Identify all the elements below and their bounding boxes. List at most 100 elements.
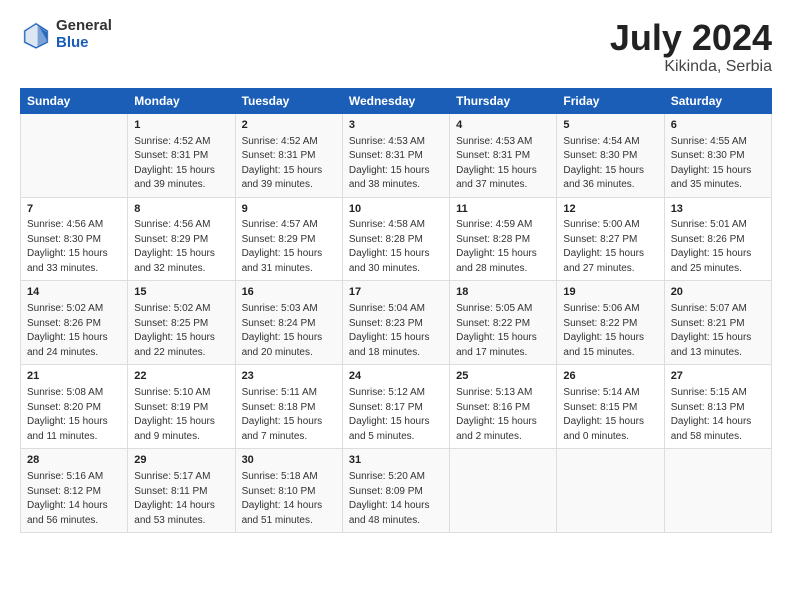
day-info: Sunrise: 5:20 AM Sunset: 8:09 PM Dayligh… — [349, 470, 443, 528]
subtitle: Kikinda, Serbia — [610, 58, 772, 76]
calendar-cell: 13Sunrise: 5:01 AM Sunset: 8:26 PM Dayli… — [664, 197, 771, 281]
day-number: 15 — [134, 285, 228, 301]
col-header-thursday: Thursday — [450, 88, 557, 113]
calendar-cell: 31Sunrise: 5:20 AM Sunset: 8:09 PM Dayli… — [342, 449, 449, 533]
col-header-sunday: Sunday — [21, 88, 128, 113]
day-info: Sunrise: 4:56 AM Sunset: 8:29 PM Dayligh… — [134, 218, 228, 276]
logo-general-text: General — [56, 18, 112, 35]
day-number: 4 — [456, 118, 550, 134]
calendar-cell: 8Sunrise: 4:56 AM Sunset: 8:29 PM Daylig… — [128, 197, 235, 281]
day-number: 3 — [349, 118, 443, 134]
calendar-table: SundayMondayTuesdayWednesdayThursdayFrid… — [20, 88, 772, 534]
day-info: Sunrise: 5:04 AM Sunset: 8:23 PM Dayligh… — [349, 302, 443, 360]
calendar-cell: 1Sunrise: 4:52 AM Sunset: 8:31 PM Daylig… — [128, 113, 235, 197]
day-info: Sunrise: 5:00 AM Sunset: 8:27 PM Dayligh… — [563, 218, 657, 276]
day-info: Sunrise: 5:08 AM Sunset: 8:20 PM Dayligh… — [27, 386, 121, 444]
calendar-cell: 22Sunrise: 5:10 AM Sunset: 8:19 PM Dayli… — [128, 365, 235, 449]
day-number: 10 — [349, 202, 443, 218]
calendar-cell: 29Sunrise: 5:17 AM Sunset: 8:11 PM Dayli… — [128, 449, 235, 533]
page: General Blue July 2024 Kikinda, Serbia S… — [0, 0, 792, 612]
header: General Blue July 2024 Kikinda, Serbia — [20, 18, 772, 76]
day-number: 9 — [242, 202, 336, 218]
day-info: Sunrise: 4:52 AM Sunset: 8:31 PM Dayligh… — [242, 135, 336, 193]
week-row-3: 14Sunrise: 5:02 AM Sunset: 8:26 PM Dayli… — [21, 281, 772, 365]
day-number: 20 — [671, 285, 765, 301]
day-number: 21 — [27, 369, 121, 385]
day-info: Sunrise: 5:15 AM Sunset: 8:13 PM Dayligh… — [671, 386, 765, 444]
day-number: 5 — [563, 118, 657, 134]
main-title: July 2024 — [610, 18, 772, 58]
day-info: Sunrise: 5:12 AM Sunset: 8:17 PM Dayligh… — [349, 386, 443, 444]
calendar-cell: 11Sunrise: 4:59 AM Sunset: 8:28 PM Dayli… — [450, 197, 557, 281]
day-info: Sunrise: 5:16 AM Sunset: 8:12 PM Dayligh… — [27, 470, 121, 528]
day-info: Sunrise: 4:54 AM Sunset: 8:30 PM Dayligh… — [563, 135, 657, 193]
day-number: 25 — [456, 369, 550, 385]
day-info: Sunrise: 4:53 AM Sunset: 8:31 PM Dayligh… — [349, 135, 443, 193]
calendar-cell: 12Sunrise: 5:00 AM Sunset: 8:27 PM Dayli… — [557, 197, 664, 281]
calendar-cell: 9Sunrise: 4:57 AM Sunset: 8:29 PM Daylig… — [235, 197, 342, 281]
calendar-cell: 6Sunrise: 4:55 AM Sunset: 8:30 PM Daylig… — [664, 113, 771, 197]
day-info: Sunrise: 5:14 AM Sunset: 8:15 PM Dayligh… — [563, 386, 657, 444]
col-header-wednesday: Wednesday — [342, 88, 449, 113]
calendar-cell: 5Sunrise: 4:54 AM Sunset: 8:30 PM Daylig… — [557, 113, 664, 197]
day-number: 6 — [671, 118, 765, 134]
calendar-cell: 25Sunrise: 5:13 AM Sunset: 8:16 PM Dayli… — [450, 365, 557, 449]
calendar-cell: 30Sunrise: 5:18 AM Sunset: 8:10 PM Dayli… — [235, 449, 342, 533]
day-info: Sunrise: 5:02 AM Sunset: 8:26 PM Dayligh… — [27, 302, 121, 360]
day-number: 7 — [27, 202, 121, 218]
col-header-friday: Friday — [557, 88, 664, 113]
week-row-5: 28Sunrise: 5:16 AM Sunset: 8:12 PM Dayli… — [21, 449, 772, 533]
calendar-cell: 10Sunrise: 4:58 AM Sunset: 8:28 PM Dayli… — [342, 197, 449, 281]
calendar-cell: 20Sunrise: 5:07 AM Sunset: 8:21 PM Dayli… — [664, 281, 771, 365]
day-number: 28 — [27, 453, 121, 469]
day-info: Sunrise: 4:57 AM Sunset: 8:29 PM Dayligh… — [242, 218, 336, 276]
day-info: Sunrise: 4:58 AM Sunset: 8:28 PM Dayligh… — [349, 218, 443, 276]
day-info: Sunrise: 5:18 AM Sunset: 8:10 PM Dayligh… — [242, 470, 336, 528]
day-info: Sunrise: 4:56 AM Sunset: 8:30 PM Dayligh… — [27, 218, 121, 276]
day-number: 1 — [134, 118, 228, 134]
day-info: Sunrise: 5:01 AM Sunset: 8:26 PM Dayligh… — [671, 218, 765, 276]
week-row-2: 7Sunrise: 4:56 AM Sunset: 8:30 PM Daylig… — [21, 197, 772, 281]
day-number: 30 — [242, 453, 336, 469]
calendar-cell: 28Sunrise: 5:16 AM Sunset: 8:12 PM Dayli… — [21, 449, 128, 533]
calendar-cell: 18Sunrise: 5:05 AM Sunset: 8:22 PM Dayli… — [450, 281, 557, 365]
calendar-cell: 26Sunrise: 5:14 AM Sunset: 8:15 PM Dayli… — [557, 365, 664, 449]
calendar-cell — [664, 449, 771, 533]
day-number: 23 — [242, 369, 336, 385]
day-info: Sunrise: 5:03 AM Sunset: 8:24 PM Dayligh… — [242, 302, 336, 360]
col-header-saturday: Saturday — [664, 88, 771, 113]
day-number: 2 — [242, 118, 336, 134]
week-row-1: 1Sunrise: 4:52 AM Sunset: 8:31 PM Daylig… — [21, 113, 772, 197]
day-info: Sunrise: 4:59 AM Sunset: 8:28 PM Dayligh… — [456, 218, 550, 276]
calendar-cell: 23Sunrise: 5:11 AM Sunset: 8:18 PM Dayli… — [235, 365, 342, 449]
day-info: Sunrise: 5:05 AM Sunset: 8:22 PM Dayligh… — [456, 302, 550, 360]
logo-blue-text: Blue — [56, 35, 112, 52]
day-number: 19 — [563, 285, 657, 301]
logo-text: General Blue — [56, 18, 112, 51]
day-number: 16 — [242, 285, 336, 301]
calendar-cell — [450, 449, 557, 533]
calendar-cell: 21Sunrise: 5:08 AM Sunset: 8:20 PM Dayli… — [21, 365, 128, 449]
day-number: 12 — [563, 202, 657, 218]
calendar-cell: 3Sunrise: 4:53 AM Sunset: 8:31 PM Daylig… — [342, 113, 449, 197]
col-header-tuesday: Tuesday — [235, 88, 342, 113]
day-info: Sunrise: 5:06 AM Sunset: 8:22 PM Dayligh… — [563, 302, 657, 360]
day-number: 13 — [671, 202, 765, 218]
calendar-cell: 14Sunrise: 5:02 AM Sunset: 8:26 PM Dayli… — [21, 281, 128, 365]
title-block: July 2024 Kikinda, Serbia — [610, 18, 772, 76]
calendar-cell: 16Sunrise: 5:03 AM Sunset: 8:24 PM Dayli… — [235, 281, 342, 365]
day-info: Sunrise: 4:52 AM Sunset: 8:31 PM Dayligh… — [134, 135, 228, 193]
day-info: Sunrise: 5:11 AM Sunset: 8:18 PM Dayligh… — [242, 386, 336, 444]
calendar-cell: 27Sunrise: 5:15 AM Sunset: 8:13 PM Dayli… — [664, 365, 771, 449]
day-number: 11 — [456, 202, 550, 218]
day-number: 27 — [671, 369, 765, 385]
calendar-cell — [557, 449, 664, 533]
header-row: SundayMondayTuesdayWednesdayThursdayFrid… — [21, 88, 772, 113]
day-number: 22 — [134, 369, 228, 385]
day-number: 17 — [349, 285, 443, 301]
calendar-cell: 15Sunrise: 5:02 AM Sunset: 8:25 PM Dayli… — [128, 281, 235, 365]
day-info: Sunrise: 5:17 AM Sunset: 8:11 PM Dayligh… — [134, 470, 228, 528]
day-info: Sunrise: 4:55 AM Sunset: 8:30 PM Dayligh… — [671, 135, 765, 193]
day-number: 26 — [563, 369, 657, 385]
calendar-cell: 2Sunrise: 4:52 AM Sunset: 8:31 PM Daylig… — [235, 113, 342, 197]
